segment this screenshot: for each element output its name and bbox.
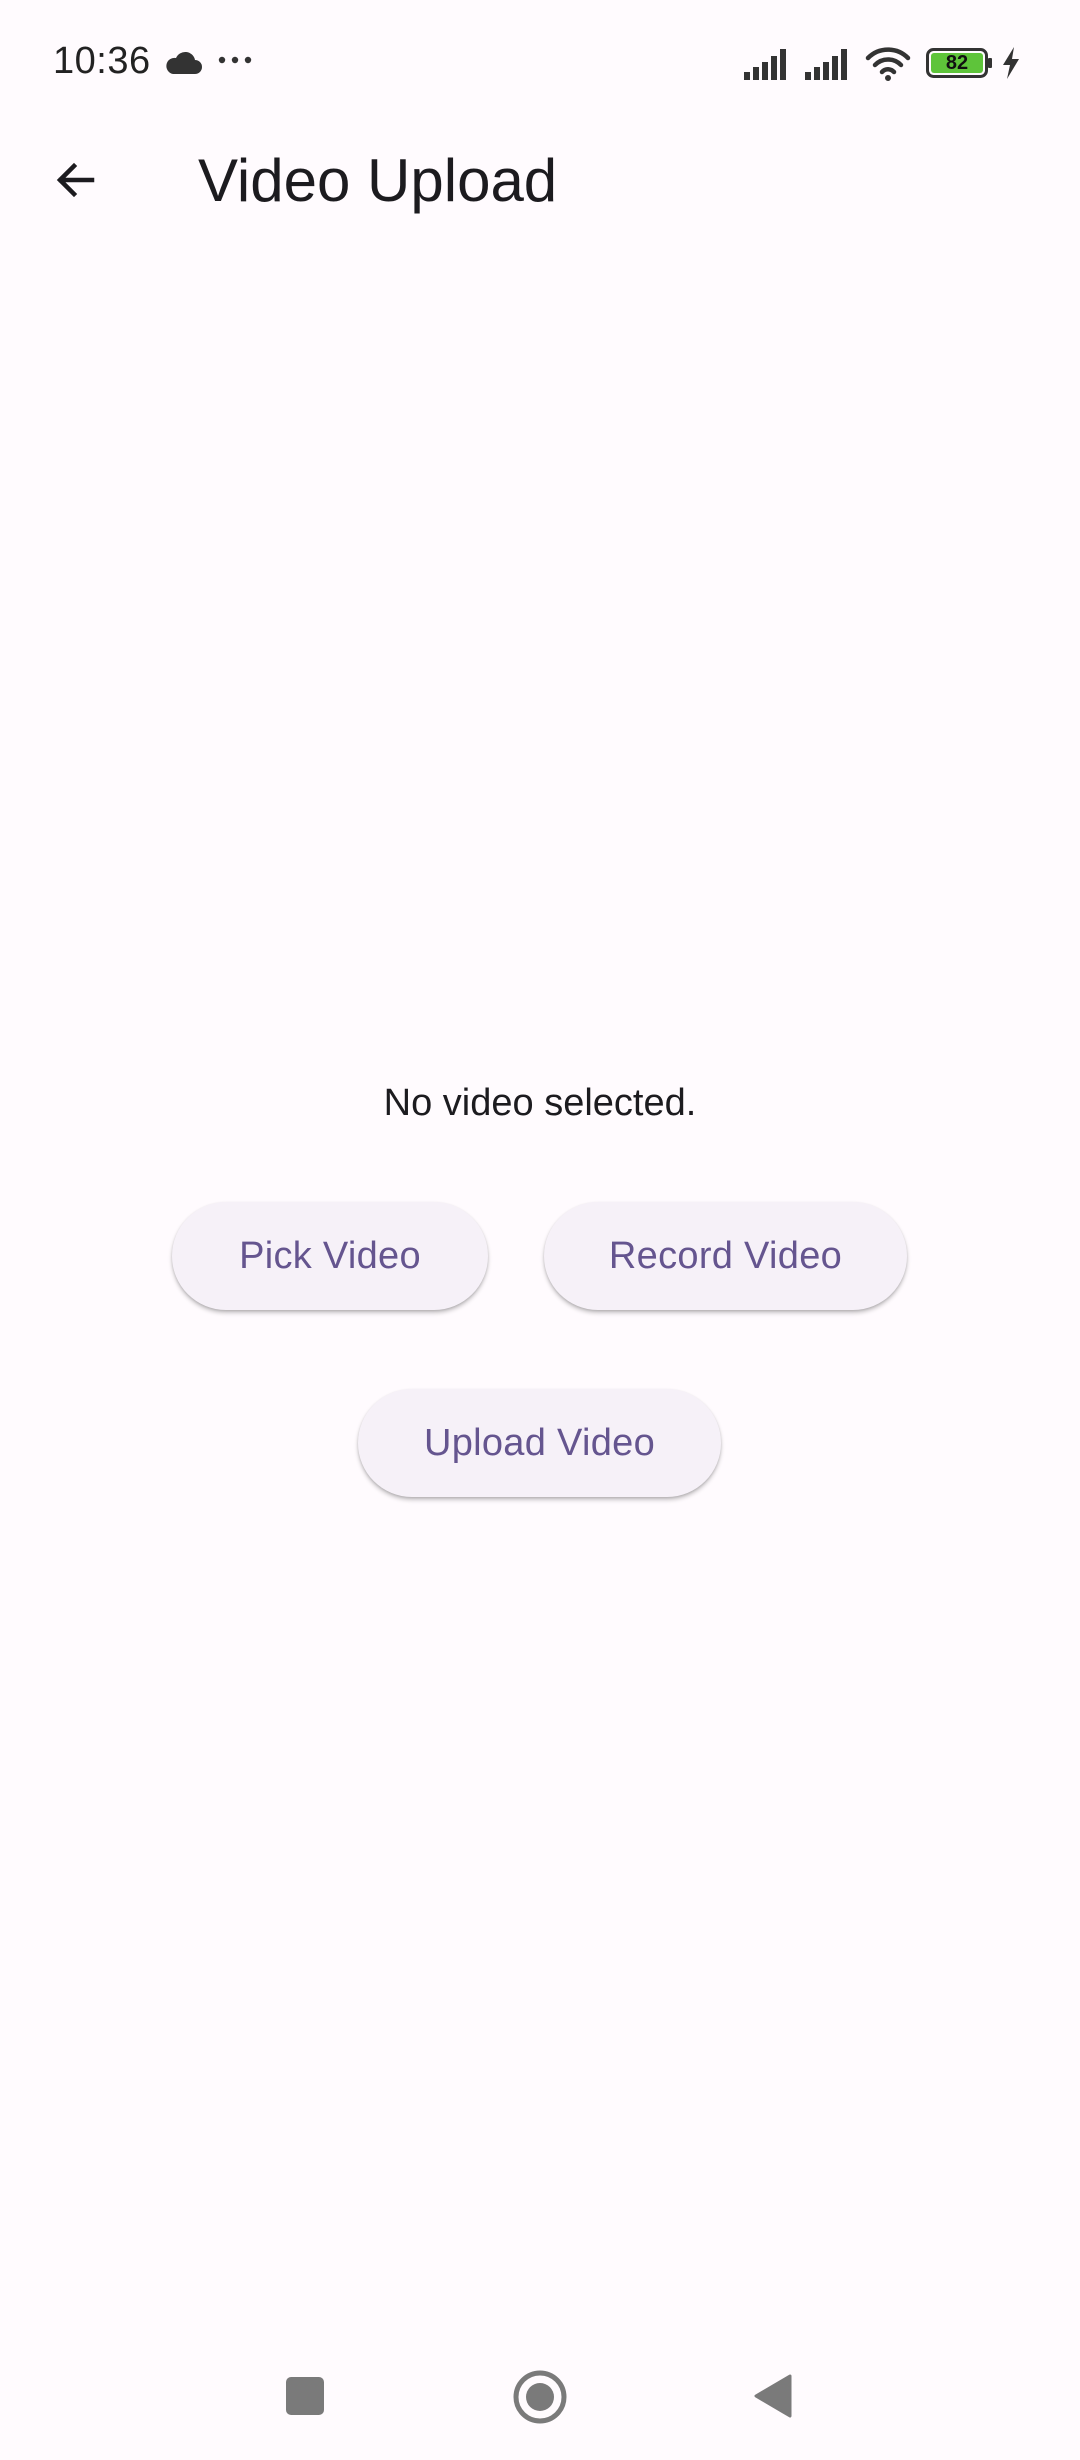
- battery-level: 82: [945, 52, 969, 74]
- battery-icon: 82: [926, 48, 994, 78]
- cell-signal-icon: [805, 49, 847, 80]
- status-time: 10:36: [53, 40, 151, 82]
- record-video-button[interactable]: Record Video: [544, 1202, 907, 1310]
- pick-video-button[interactable]: Pick Video: [172, 1202, 488, 1310]
- home-circle-icon[interactable]: [512, 2369, 568, 2425]
- pick-video-label: Pick Video: [239, 1234, 421, 1277]
- cell-signal-icon: [744, 49, 786, 80]
- arrow-back-icon: [56, 162, 95, 198]
- back-button[interactable]: [36, 140, 116, 220]
- wifi-icon: [865, 47, 911, 81]
- recents-square-icon[interactable]: [284, 2375, 326, 2417]
- navigation-bar: [0, 2340, 1080, 2460]
- more-dots-icon: [218, 56, 252, 64]
- status-bar: 10:36 82: [0, 0, 1080, 130]
- charging-bolt-icon: [1003, 47, 1019, 79]
- cloud-icon: [166, 51, 202, 74]
- upload-video-label: Upload Video: [423, 1421, 656, 1464]
- upload-video-button[interactable]: Upload Video: [358, 1389, 721, 1497]
- record-video-label: Record Video: [608, 1234, 843, 1277]
- back-triangle-icon[interactable]: [752, 2372, 794, 2420]
- app-bar: Video Upload: [0, 130, 1080, 230]
- selected-video-status: No video selected.: [383, 1082, 697, 1124]
- page-title: Video Upload: [198, 147, 558, 214]
